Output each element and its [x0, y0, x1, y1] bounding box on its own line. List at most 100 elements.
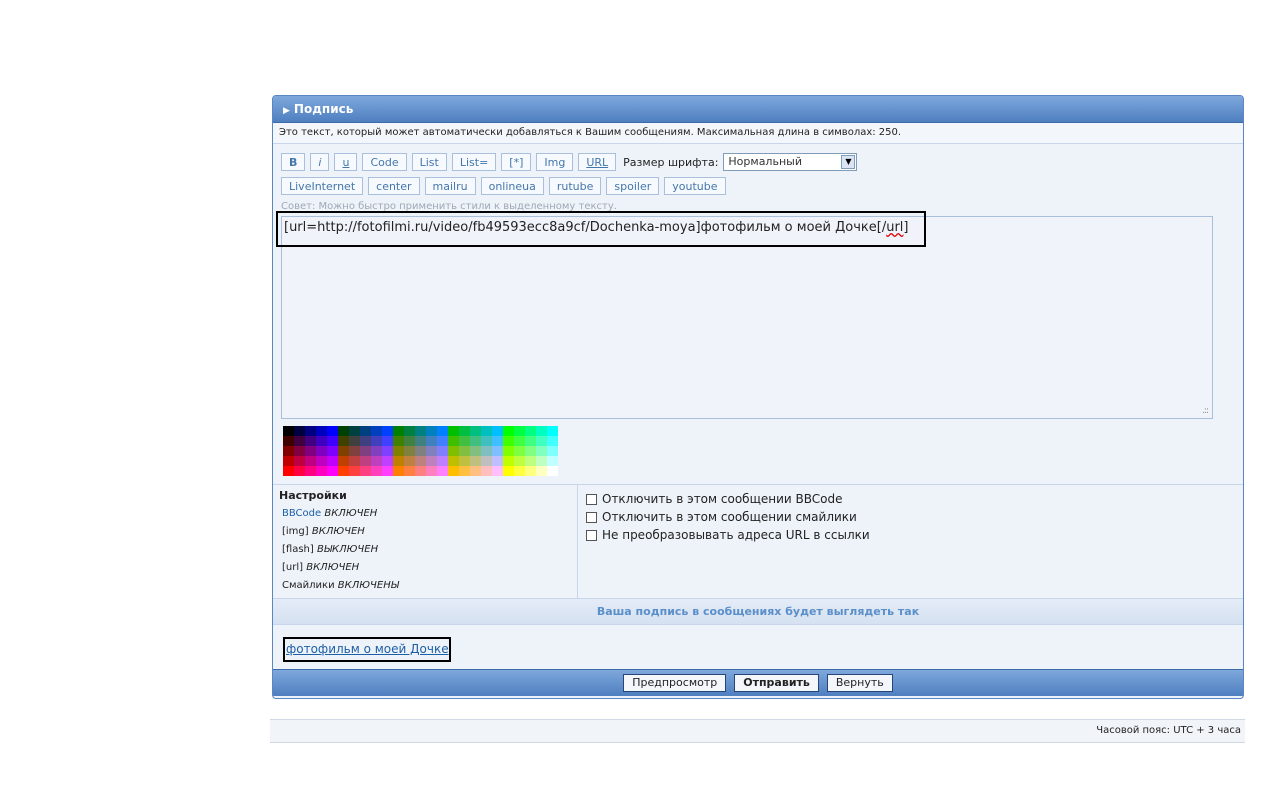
- color-swatch[interactable]: [371, 426, 382, 436]
- color-swatch[interactable]: [382, 436, 393, 446]
- code-button[interactable]: Code: [362, 153, 407, 171]
- color-swatch[interactable]: [459, 436, 470, 446]
- color-swatch[interactable]: [327, 446, 338, 456]
- disable-bbcode-checkbox[interactable]: [586, 493, 597, 505]
- color-swatch[interactable]: [305, 436, 316, 446]
- font-size-select[interactable]: Нормальный ▼: [723, 153, 858, 171]
- color-swatch[interactable]: [481, 426, 492, 436]
- color-swatch[interactable]: [371, 446, 382, 456]
- color-swatch[interactable]: [415, 456, 426, 466]
- color-swatch[interactable]: [360, 426, 371, 436]
- color-swatch[interactable]: [459, 466, 470, 476]
- color-swatch[interactable]: [459, 456, 470, 466]
- rutube-button[interactable]: rutube: [548, 177, 602, 195]
- color-swatch[interactable]: [481, 456, 492, 466]
- color-swatch[interactable]: [448, 446, 459, 456]
- color-swatch[interactable]: [448, 436, 459, 446]
- color-swatch[interactable]: [536, 456, 547, 466]
- ordered-list-button[interactable]: List=: [451, 153, 497, 171]
- color-swatch[interactable]: [393, 426, 404, 436]
- color-swatch[interactable]: [294, 426, 305, 436]
- color-swatch[interactable]: [525, 426, 536, 436]
- color-swatch[interactable]: [470, 436, 481, 446]
- chevron-down-icon[interactable]: ▼: [841, 155, 856, 169]
- color-swatch[interactable]: [448, 466, 459, 476]
- color-swatch[interactable]: [536, 446, 547, 456]
- color-swatch[interactable]: [459, 446, 470, 456]
- color-swatch[interactable]: [327, 466, 338, 476]
- color-swatch[interactable]: [503, 466, 514, 476]
- color-swatch[interactable]: [481, 466, 492, 476]
- color-swatch[interactable]: [283, 446, 294, 456]
- color-swatch[interactable]: [371, 436, 382, 446]
- color-swatch[interactable]: [437, 426, 448, 436]
- color-swatch[interactable]: [382, 456, 393, 466]
- bbcode-link[interactable]: BBCode: [282, 508, 321, 519]
- color-swatch[interactable]: [437, 446, 448, 456]
- no-autolink-checkbox[interactable]: [586, 529, 597, 541]
- color-swatch[interactable]: [492, 466, 503, 476]
- color-swatch[interactable]: [426, 426, 437, 436]
- color-swatch[interactable]: [492, 436, 503, 446]
- color-swatch[interactable]: [349, 466, 360, 476]
- color-swatch[interactable]: [514, 466, 525, 476]
- color-swatch[interactable]: [327, 426, 338, 436]
- mailru-button[interactable]: mailru: [424, 177, 476, 195]
- color-swatch[interactable]: [404, 436, 415, 446]
- color-swatch[interactable]: [360, 466, 371, 476]
- color-swatch[interactable]: [525, 456, 536, 466]
- color-swatch[interactable]: [316, 436, 327, 446]
- color-swatch[interactable]: [283, 436, 294, 446]
- color-swatch[interactable]: [393, 436, 404, 446]
- color-swatch[interactable]: [547, 446, 558, 456]
- color-swatch[interactable]: [459, 426, 470, 436]
- color-swatch[interactable]: [294, 446, 305, 456]
- color-swatch[interactable]: [294, 466, 305, 476]
- color-swatch[interactable]: [503, 426, 514, 436]
- color-swatch[interactable]: [393, 456, 404, 466]
- color-swatch[interactable]: [294, 436, 305, 446]
- color-swatch[interactable]: [360, 436, 371, 446]
- spoiler-button[interactable]: spoiler: [606, 177, 660, 195]
- color-swatch[interactable]: [338, 456, 349, 466]
- color-swatch[interactable]: [415, 466, 426, 476]
- youtube-button[interactable]: youtube: [664, 177, 726, 195]
- center-button[interactable]: center: [368, 177, 420, 195]
- color-swatch[interactable]: [415, 436, 426, 446]
- color-swatch[interactable]: [338, 436, 349, 446]
- color-swatch[interactable]: [437, 456, 448, 466]
- color-swatch[interactable]: [404, 446, 415, 456]
- color-swatch[interactable]: [305, 466, 316, 476]
- color-swatch[interactable]: [316, 446, 327, 456]
- color-swatch[interactable]: [448, 456, 459, 466]
- disable-smilies-checkbox[interactable]: [586, 511, 597, 523]
- color-swatch[interactable]: [316, 466, 327, 476]
- color-swatch[interactable]: [382, 426, 393, 436]
- color-swatch[interactable]: [360, 456, 371, 466]
- color-swatch[interactable]: [316, 456, 327, 466]
- color-swatch[interactable]: [525, 436, 536, 446]
- color-swatch[interactable]: [470, 456, 481, 466]
- color-swatch[interactable]: [426, 446, 437, 456]
- color-swatch[interactable]: [547, 436, 558, 446]
- color-swatch[interactable]: [503, 446, 514, 456]
- color-swatch[interactable]: [382, 466, 393, 476]
- preview-link[interactable]: фотофильм о моей Дочке: [283, 637, 451, 662]
- color-swatch[interactable]: [514, 426, 525, 436]
- color-swatch[interactable]: [481, 436, 492, 446]
- list-button[interactable]: List: [411, 153, 447, 171]
- color-swatch[interactable]: [283, 456, 294, 466]
- color-swatch[interactable]: [470, 426, 481, 436]
- color-swatch[interactable]: [404, 456, 415, 466]
- onlineua-button[interactable]: onlineua: [480, 177, 544, 195]
- option-disable-bbcode[interactable]: Отключить в этом сообщении BBCode: [586, 490, 1243, 508]
- color-swatch[interactable]: [305, 426, 316, 436]
- color-swatch[interactable]: [316, 426, 327, 436]
- option-disable-smilies[interactable]: Отключить в этом сообщении смайлики: [586, 508, 1243, 526]
- color-swatch[interactable]: [393, 446, 404, 456]
- color-swatch[interactable]: [371, 466, 382, 476]
- preview-button[interactable]: Предпросмотр: [623, 674, 727, 692]
- color-swatch[interactable]: [525, 446, 536, 456]
- option-no-autolink[interactable]: Не преобразовывать адреса URL в ссылки: [586, 526, 1243, 544]
- color-swatch[interactable]: [536, 436, 547, 446]
